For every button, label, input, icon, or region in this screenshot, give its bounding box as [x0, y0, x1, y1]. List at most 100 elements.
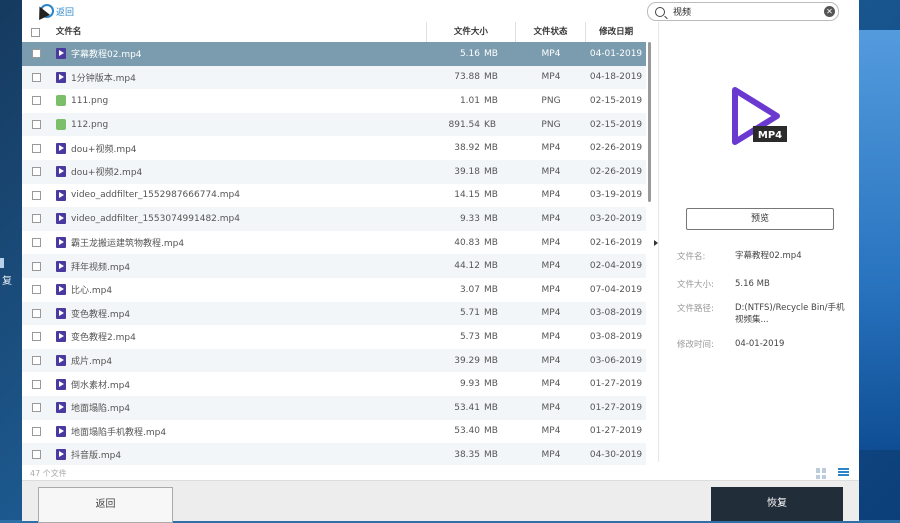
file-name: 111.png [71, 95, 109, 106]
row-checkbox-cell [22, 356, 50, 366]
file-name: 成片.mp4 [71, 357, 113, 368]
row-checkbox-cell [22, 285, 50, 295]
file-name: 比心.mp4 [71, 286, 113, 297]
table-row[interactable]: 拜年视频.mp4 44.12 MB MP4 02-04-2019 [22, 254, 646, 278]
clear-search-icon[interactable]: ✕ [824, 6, 835, 17]
row-checkbox[interactable] [31, 332, 41, 342]
file-name: 变色教程2.mp4 [71, 333, 136, 344]
row-checkbox[interactable] [31, 450, 41, 460]
search-input[interactable] [673, 6, 808, 17]
file-date: 02-15-2019 [589, 95, 643, 106]
row-checkbox[interactable] [31, 120, 41, 130]
recover-button[interactable]: 恢复 [711, 487, 843, 521]
column-header-status[interactable]: 文件状态 [514, 22, 586, 42]
row-checkbox[interactable] [31, 261, 41, 271]
table-row[interactable]: 比心.mp4 3.07 MB MP4 07-04-2019 [22, 278, 646, 302]
file-date: 01-27-2019 [589, 379, 643, 390]
file-date: 02-26-2019 [589, 166, 643, 177]
file-size: 38.92 [454, 143, 480, 154]
table-row[interactable]: 112.png 891.54 KB PNG 02-15-2019 [22, 112, 646, 137]
file-status: MP4 [541, 143, 561, 154]
table-row[interactable]: video_addfilter_1552987666774.mp4 14.15 MB… [22, 184, 646, 208]
file-size: 9.93 [459, 379, 480, 390]
file-name-cell: 抖音版.mp4 [50, 448, 428, 461]
table-row[interactable]: dou+视频.mp4 38.92 MB MP4 02-26-2019 [22, 136, 646, 160]
table-row[interactable]: 地面塌陷.mp4 53.41 MB MP4 01-27-2019 [22, 395, 646, 420]
table-row[interactable]: 字幕教程02.mp4 5.16 MB MP4 04-01-2019 [22, 42, 646, 66]
mp4-file-icon [56, 48, 66, 60]
file-size-cell: 5.16 MB [428, 49, 516, 59]
png-file-icon [56, 95, 66, 107]
row-checkbox[interactable] [31, 308, 41, 318]
search-box[interactable]: ✕ [647, 2, 839, 21]
mp4-file-icon [56, 237, 66, 249]
file-status: MP4 [541, 72, 561, 83]
table-row[interactable]: 变色教程.mp4 5.71 MB MP4 03-08-2019 [22, 301, 646, 326]
file-name: 地面塌陷.mp4 [71, 404, 131, 415]
row-checkbox[interactable] [31, 167, 41, 177]
table-row[interactable]: dou+视频2.mp4 39.18 MB MP4 02-26-2019 [22, 159, 646, 184]
table-row[interactable]: 抖音版.mp4 38.35 MB MP4 04-30-2019 [22, 443, 646, 465]
row-checkbox[interactable] [31, 72, 41, 82]
info-date-row: 修改时间: 04-01-2019 [677, 338, 845, 350]
column-header-size[interactable]: 文件大小 [426, 22, 515, 42]
file-list-scrollbar[interactable] [648, 42, 651, 202]
file-size-cell: 44.12 MB [428, 261, 516, 271]
file-name: 1分钟版本.mp4 [71, 73, 136, 84]
row-checkbox[interactable] [31, 426, 41, 436]
table-row[interactable]: 霸王龙搬运建筑物教程.mp4 40.83 MB MP4 02-16-2019 [22, 231, 646, 255]
column-header-name[interactable]: 文件名 [50, 22, 426, 42]
row-checkbox-cell [22, 261, 50, 271]
file-size: 891.54 [448, 119, 481, 130]
row-checkbox[interactable] [31, 285, 41, 295]
file-name-cell: 比心.mp4 [50, 283, 428, 296]
row-checkbox[interactable] [31, 96, 41, 106]
back-button[interactable]: 返回 [38, 487, 173, 523]
file-size-unit: MB [484, 308, 498, 319]
table-row[interactable]: 倒水素材.mp4 9.93 MB MP4 01-27-2019 [22, 372, 646, 396]
file-count: 47 个文件 [30, 469, 67, 478]
file-size-cell: 39.18 MB [428, 167, 516, 177]
file-name: 拜年视频.mp4 [71, 262, 131, 273]
mp4-file-icon [56, 402, 66, 414]
mp4-file-icon [56, 331, 66, 343]
column-header-date[interactable]: 修改日期 [585, 22, 646, 42]
file-size-cell: 39.29 MB [428, 356, 516, 366]
info-size-label: 文件大小: [677, 280, 714, 290]
file-size: 5.73 [459, 331, 480, 342]
mp4-file-icon [56, 71, 66, 83]
file-status: MP4 [541, 426, 561, 437]
file-size: 53.40 [454, 426, 480, 437]
table-header: 文件名 文件大小 文件状态 修改日期 [22, 22, 646, 43]
table-row[interactable]: 111.png 1.01 MB PNG 02-15-2019 [22, 89, 646, 113]
select-all-checkbox[interactable] [31, 27, 41, 37]
row-checkbox[interactable] [31, 238, 41, 248]
preview-button[interactable]: 预览 [686, 208, 834, 230]
row-checkbox[interactable] [31, 190, 41, 200]
row-checkbox[interactable] [31, 143, 41, 153]
grid-view-icon[interactable] [816, 468, 827, 479]
row-checkbox[interactable] [31, 49, 41, 59]
table-row[interactable]: 变色教程2.mp4 5.73 MB MP4 03-08-2019 [22, 325, 646, 349]
row-checkbox[interactable] [31, 379, 41, 389]
mp4-file-icon [56, 213, 66, 225]
row-checkbox-cell [22, 49, 50, 59]
file-date: 03-08-2019 [589, 331, 643, 342]
row-checkbox[interactable] [31, 403, 41, 413]
file-size-unit: MB [484, 355, 498, 366]
row-checkbox[interactable] [31, 356, 41, 366]
file-size: 9.33 [459, 213, 480, 224]
row-checkbox[interactable] [31, 214, 41, 224]
mp4-file-icon [56, 189, 66, 201]
row-checkbox-cell [22, 72, 50, 82]
table-row[interactable]: video_addfilter_1553074991482.mp4 9.33 MB M… [22, 207, 646, 231]
mp4-file-icon [56, 142, 66, 154]
table-row[interactable]: 成片.mp4 39.29 MB MP4 03-06-2019 [22, 348, 646, 373]
file-status: PNG [541, 119, 561, 130]
list-view-icon[interactable] [838, 468, 849, 479]
file-size-unit: MB [484, 72, 498, 83]
file-size-unit: MB [484, 166, 498, 177]
table-row[interactable]: 地面塌陷手机教程.mp4 53.40 MB MP4 01-27-2019 [22, 420, 646, 444]
table-row[interactable]: 1分钟版本.mp4 73.88 MB MP4 04-18-2019 [22, 65, 646, 90]
file-status: MP4 [541, 331, 561, 342]
